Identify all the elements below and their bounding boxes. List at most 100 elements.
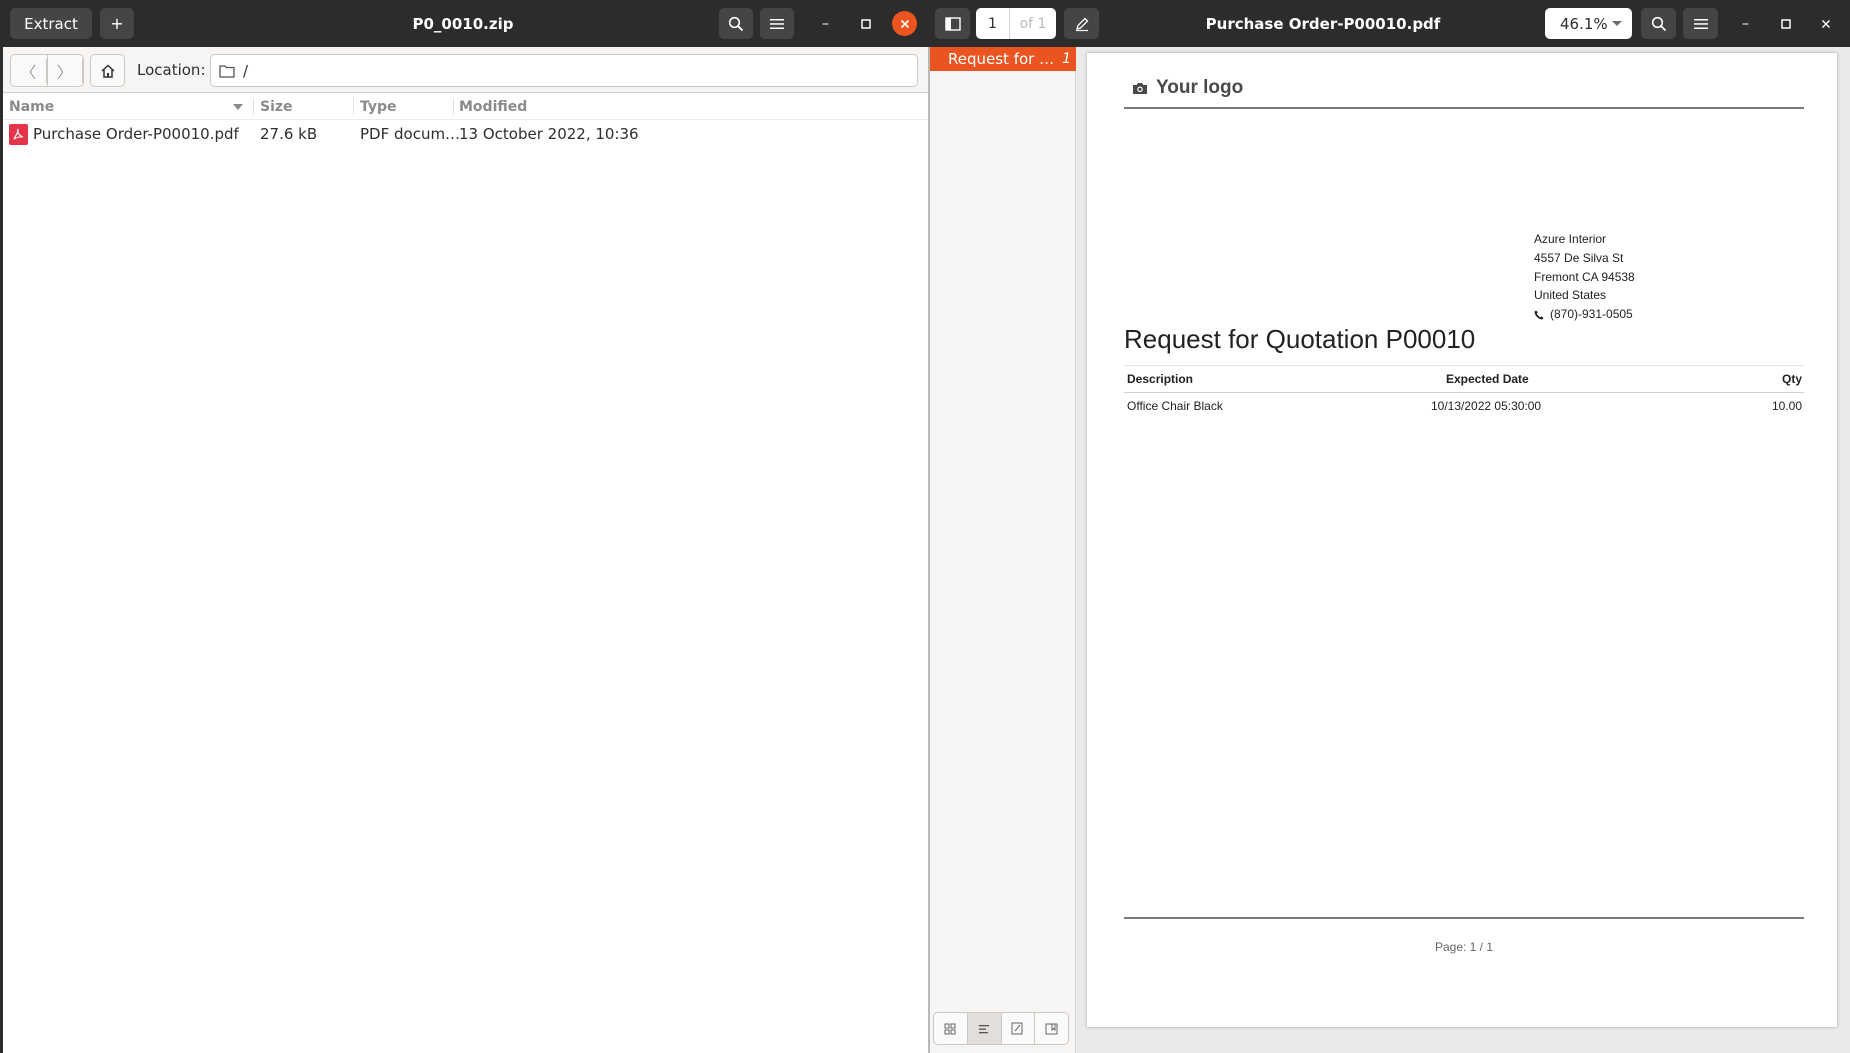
dropdown-caret-icon: [1612, 21, 1622, 26]
tab-outline[interactable]: [967, 1013, 1002, 1044]
header-qty: Qty: [1781, 372, 1802, 386]
zoom-selector[interactable]: 46.1%: [1545, 8, 1632, 39]
pdf-glyph-icon: [13, 128, 24, 140]
minimize-icon: –: [1742, 15, 1749, 32]
pencil-icon: [1075, 17, 1088, 31]
archive-manager-window: Extract + P0_0010.zip – 〈 〉 Location: /: [0, 0, 928, 1053]
pdf-page: Your logo Azure Interior 4557 De Silva S…: [1087, 53, 1837, 1027]
file-type: PDF docum…: [360, 125, 461, 143]
viewer-headerbar: 1 of 1 Purchase Order-P00010.pdf 46.1% –: [928, 0, 1850, 47]
thumbnails-icon: [944, 1023, 956, 1034]
camera-icon: [1133, 83, 1147, 94]
header-rule: [1124, 107, 1804, 109]
viewer-close-button[interactable]: [1813, 11, 1838, 36]
file-row[interactable]: Purchase Order-P00010.pdf 27.6 kB PDF do…: [3, 121, 928, 147]
file-name: Purchase Order-P00010.pdf: [33, 125, 239, 143]
row-expected-date: 10/13/2022 05:30:00: [1431, 399, 1542, 413]
back-button[interactable]: 〈: [11, 55, 48, 86]
viewer-minimize-button[interactable]: –: [1733, 11, 1758, 36]
file-modified: 13 October 2022, 10:36: [459, 125, 639, 143]
table-row: Office Chair Black 10/13/2022 05:30:00 1…: [1124, 393, 1804, 419]
annotate-button[interactable]: [1064, 8, 1099, 39]
column-name[interactable]: Name: [9, 93, 54, 120]
address-line: United States: [1534, 288, 1607, 303]
hamburger-menu-icon: [770, 18, 784, 29]
zoom-level: 46.1%: [1560, 14, 1608, 33]
menu-button[interactable]: [760, 8, 794, 39]
minimize-button[interactable]: –: [813, 11, 838, 36]
sort-descending-icon: [233, 104, 243, 110]
column-separator: [253, 98, 254, 115]
sidebar-view-tabs: [933, 1012, 1069, 1045]
logo-text: Your logo: [1156, 77, 1244, 98]
maximize-icon: [860, 18, 871, 29]
location-bar: 〈 〉 Location: /: [3, 47, 928, 93]
outline-item-page: 1: [1062, 51, 1071, 67]
tab-bookmarks[interactable]: [1035, 1013, 1068, 1044]
location-input[interactable]: /: [210, 54, 918, 87]
archive-headerbar: Extract + P0_0010.zip –: [3, 0, 928, 47]
document-title: Request for Quotation P00010: [1124, 324, 1476, 354]
sidebar-icon: [944, 16, 961, 31]
search-icon: [728, 16, 744, 31]
add-files-button[interactable]: +: [100, 8, 134, 39]
window-divider: [928, 47, 930, 1053]
annotations-icon: [1011, 1022, 1023, 1035]
header-expected-date: Expected Date: [1446, 372, 1529, 386]
navigation-buttons: 〈 〉: [10, 54, 84, 87]
column-modified[interactable]: Modified: [459, 93, 527, 120]
address-phone: (870)-931-0505: [1534, 305, 1635, 324]
file-list-header: Name Size Type Modified: [3, 93, 928, 120]
viewer-menu-button[interactable]: [1683, 8, 1718, 39]
document-logo: Your logo: [1132, 77, 1243, 99]
row-qty: 10.00: [1771, 399, 1802, 413]
column-size[interactable]: Size: [260, 93, 293, 120]
hamburger-menu-icon: [1693, 18, 1708, 29]
maximize-icon: [1780, 18, 1791, 29]
vendor-address: Azure Interior 4557 De Silva St Fremont …: [1534, 230, 1635, 324]
pdf-file-icon: [9, 124, 28, 145]
minimize-icon: –: [822, 15, 829, 32]
folder-icon: [219, 64, 235, 78]
chevron-left-icon: 〈: [11, 58, 47, 83]
home-icon: [100, 63, 115, 78]
current-page-input[interactable]: 1: [976, 8, 1010, 39]
column-separator: [453, 98, 454, 115]
close-button[interactable]: [892, 11, 917, 36]
viewer-maximize-button[interactable]: [1773, 11, 1798, 36]
forward-button[interactable]: 〉: [48, 55, 83, 86]
viewer-window-title: Purchase Order-P00010.pdf: [1205, 14, 1441, 33]
address-line: Fremont CA 94538: [1534, 269, 1635, 284]
phone-icon: [1534, 310, 1544, 320]
header-description: Description: [1127, 372, 1194, 386]
table-header: Description Expected Date Qty: [1124, 365, 1804, 393]
address-line: Azure Interior: [1534, 232, 1607, 246]
address-line: 4557 De Silva St: [1534, 250, 1624, 265]
row-description: Office Chair Black: [1127, 399, 1223, 413]
outline-icon: [979, 1024, 990, 1033]
search-icon: [1651, 16, 1666, 31]
viewer-sidebar: Request for … 1: [928, 47, 1076, 1053]
page-count: of 1: [1019, 15, 1047, 32]
bookmarks-icon: [1045, 1023, 1058, 1034]
location-path: /: [243, 61, 249, 80]
footer-rule: [1124, 917, 1804, 919]
location-label: Location:: [137, 61, 206, 79]
column-separator: [353, 98, 354, 115]
sidebar-toggle-button[interactable]: [935, 8, 970, 39]
home-button[interactable]: [90, 54, 125, 87]
extract-button[interactable]: Extract: [10, 8, 92, 39]
page-footer: Page: 1 / 1: [1434, 940, 1494, 954]
tab-thumbnails[interactable]: [934, 1013, 968, 1044]
outline-item-label: Request for …: [948, 50, 1055, 68]
file-size: 27.6 kB: [260, 125, 318, 143]
close-icon: [900, 19, 909, 28]
search-button[interactable]: [719, 8, 753, 39]
page-selector[interactable]: 1 of 1: [976, 8, 1056, 39]
phone-number: (870)-931-0505: [1550, 307, 1633, 322]
column-type[interactable]: Type: [360, 93, 397, 120]
find-button[interactable]: [1641, 8, 1676, 39]
tab-annotations[interactable]: [1002, 1013, 1036, 1044]
outline-item[interactable]: Request for … 1: [928, 47, 1076, 71]
maximize-button[interactable]: [853, 11, 878, 36]
